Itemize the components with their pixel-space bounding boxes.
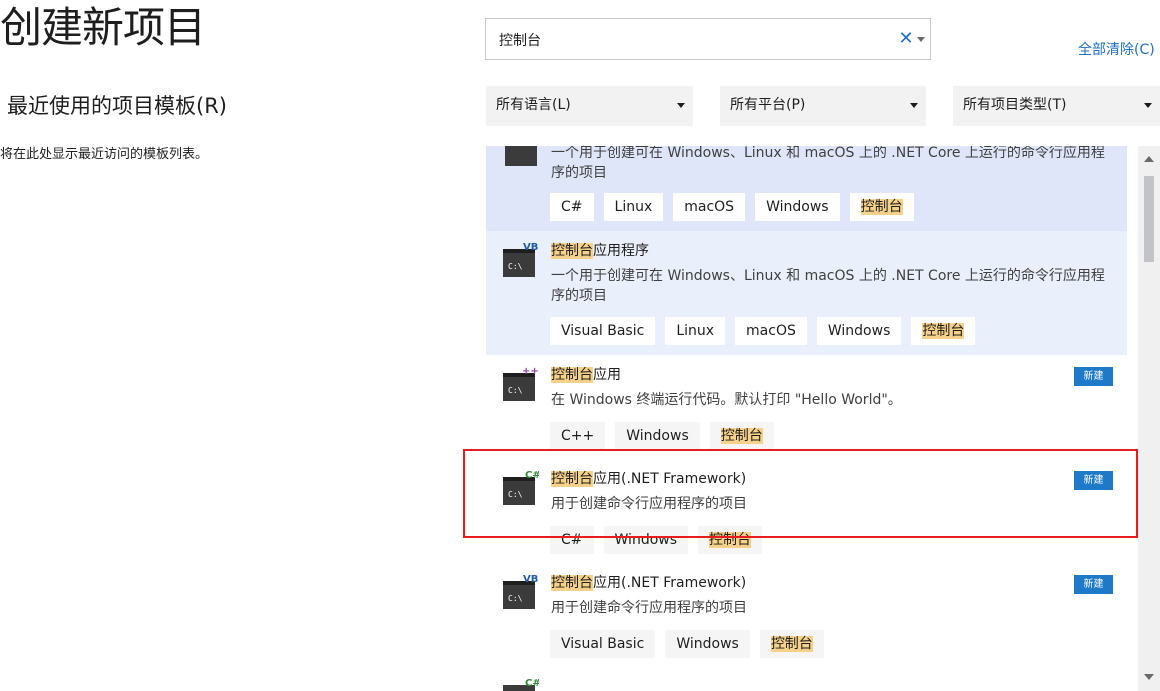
- tag: C#: [550, 193, 594, 221]
- tag: Windows: [755, 193, 840, 221]
- tag: Windows: [603, 526, 689, 554]
- project-type-filter-label: 所有项目类型(T): [963, 97, 1067, 113]
- template-tags: C# Linux macOS Windows 控制台: [550, 193, 914, 221]
- language-filter[interactable]: 所有语言(L): [486, 86, 693, 126]
- title-match: 控制台: [551, 367, 593, 383]
- tag: Linux: [603, 193, 664, 221]
- template-item[interactable]: C#: [486, 667, 1127, 691]
- tag: 控制台: [709, 422, 774, 450]
- chevron-down-icon: [677, 103, 685, 108]
- template-item[interactable]: C:\ ++ 控制台应用 新建 在 Windows 终端运行代码。默认打印 "H…: [486, 355, 1127, 459]
- console-cpp-icon: C:\ ++: [503, 366, 539, 401]
- title-rest: 应用程序: [593, 243, 649, 259]
- scroll-up-icon[interactable]: [1144, 156, 1154, 162]
- template-tags: Visual Basic Windows 控制台: [550, 630, 824, 658]
- svg-text:++: ++: [522, 366, 539, 377]
- template-tags: C# Windows 控制台: [550, 526, 763, 554]
- tag: Visual Basic: [550, 630, 656, 658]
- tag: macOS: [673, 193, 746, 221]
- search-history-dropdown-icon[interactable]: [917, 29, 929, 49]
- new-badge: 新建: [1074, 367, 1113, 386]
- svg-text:C:\: C:\: [508, 594, 523, 603]
- tag: C#: [550, 526, 594, 554]
- title-match: 控制台: [551, 575, 593, 591]
- clear-search-icon[interactable]: ✕: [898, 28, 914, 50]
- console-csharp-icon: C:\ C#: [503, 470, 539, 505]
- project-type-filter[interactable]: 所有项目类型(T): [953, 86, 1160, 126]
- page-title: 创建新项目: [0, 3, 206, 52]
- svg-text:C#: C#: [525, 470, 539, 481]
- template-description: 一个用于创建可在 Windows、Linux 和 macOS 上的 .NET C…: [551, 268, 1105, 304]
- tag-label: 控制台: [860, 199, 903, 215]
- search-box[interactable]: ✕: [485, 18, 931, 60]
- scrollbar-thumb[interactable]: [1144, 176, 1154, 262]
- template-title: 控制台应用程序: [551, 241, 649, 261]
- template-item[interactable]: C:\ VB 控制台应用程序 一个用于创建可在 Windows、Linux 和 …: [486, 231, 1127, 355]
- tag-label: 控制台: [922, 323, 965, 339]
- template-description: 在 Windows 终端运行代码。默认打印 "Hello World"。: [551, 392, 902, 408]
- template-item[interactable]: C:\ C# 控制台应用(.NET Framework) 新建 用于创建命令行应…: [486, 459, 1127, 563]
- template-title: 控制台应用(.NET Framework): [551, 573, 746, 593]
- template-tags: Visual Basic Linux macOS Windows 控制台: [550, 317, 976, 345]
- tag: 控制台: [911, 317, 976, 345]
- title-match: 控制台: [551, 471, 593, 487]
- tag: macOS: [735, 317, 807, 345]
- platform-filter-label: 所有平台(P): [730, 97, 806, 113]
- title-match: 控制台: [551, 243, 593, 259]
- template-item[interactable]: 一个用于创建可在 Windows、Linux 和 macOS 上的 .NET C…: [486, 146, 1127, 231]
- console-vb-icon: C:\ VB: [503, 242, 538, 277]
- console-csharp-icon: C#: [503, 678, 539, 691]
- template-list[interactable]: 一个用于创建可在 Windows、Linux 和 macOS 上的 .NET C…: [486, 146, 1127, 691]
- template-description: 用于创建命令行应用程序的项目: [551, 496, 747, 512]
- template-title: 控制台应用: [551, 365, 621, 385]
- template-title: 控制台应用(.NET Framework): [551, 469, 746, 489]
- scroll-down-icon[interactable]: [1144, 674, 1154, 680]
- tag: 控制台: [759, 630, 824, 658]
- svg-text:C:\: C:\: [508, 262, 523, 271]
- tag-label: 控制台: [720, 428, 763, 444]
- tag: Windows: [816, 317, 902, 345]
- clear-all-link[interactable]: 全部清除(C): [1078, 40, 1155, 60]
- title-rest: 应用: [593, 367, 621, 383]
- recent-templates-heading: 最近使用的项目模板(R): [7, 94, 227, 118]
- chevron-down-icon: [1144, 103, 1152, 108]
- svg-text:C:\: C:\: [508, 490, 523, 499]
- console-vb-icon: C:\ VB: [503, 574, 538, 609]
- language-filter-label: 所有语言(L): [496, 97, 571, 113]
- console-csharp-icon: [505, 146, 537, 166]
- tag: 控制台: [698, 526, 763, 554]
- tag: C++: [550, 422, 606, 450]
- title-rest: 应用(.NET Framework): [593, 575, 747, 591]
- chevron-down-icon: [910, 103, 918, 108]
- search-input[interactable]: [499, 28, 879, 52]
- template-description: 一个用于创建可在 Windows、Linux 和 macOS 上的 .NET C…: [551, 146, 1105, 181]
- svg-text:C:\: C:\: [508, 386, 523, 395]
- template-tags: C++ Windows 控制台: [550, 422, 774, 450]
- tag-label: 控制台: [709, 532, 752, 548]
- new-badge: 新建: [1074, 471, 1113, 490]
- tag: Windows: [615, 422, 700, 450]
- tag: 控制台: [849, 193, 914, 221]
- template-item[interactable]: C:\ VB 控制台应用(.NET Framework) 新建 用于创建命令行应…: [486, 563, 1127, 667]
- title-rest: 应用(.NET Framework): [593, 471, 747, 487]
- recent-templates-empty-text: 将在此处显示最近访问的模板列表。: [0, 147, 209, 162]
- tag-label: 控制台: [770, 636, 813, 652]
- svg-text:VB: VB: [523, 242, 538, 253]
- svg-text:C#: C#: [525, 678, 539, 689]
- list-scrollbar[interactable]: [1138, 146, 1160, 691]
- new-badge: 新建: [1074, 575, 1113, 594]
- tag: Windows: [665, 630, 750, 658]
- tag: Linux: [665, 317, 726, 345]
- tag: Visual Basic: [550, 317, 656, 345]
- template-description: 用于创建命令行应用程序的项目: [551, 600, 747, 616]
- platform-filter[interactable]: 所有平台(P): [720, 86, 926, 126]
- svg-text:VB: VB: [523, 574, 538, 585]
